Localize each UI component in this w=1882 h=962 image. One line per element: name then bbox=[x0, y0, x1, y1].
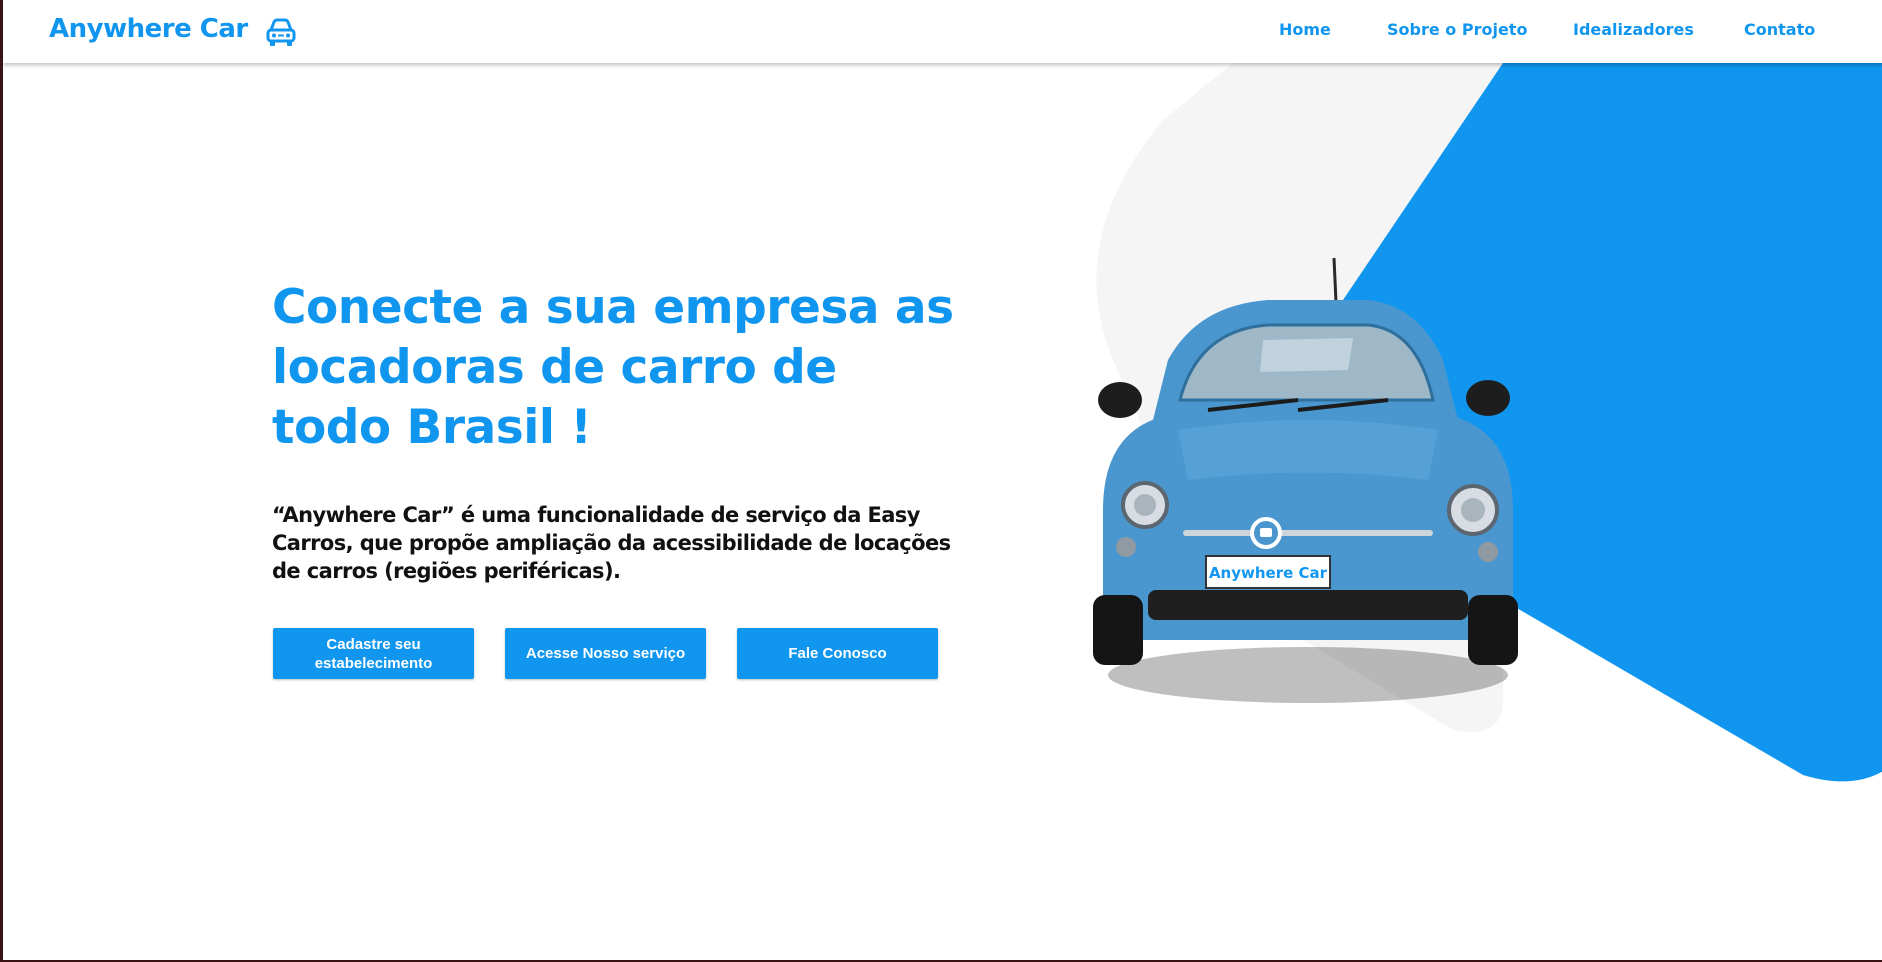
access-service-button[interactable]: Acesse Nosso serviço bbox=[505, 628, 706, 679]
car-plate-text: Anywhere Car bbox=[1209, 564, 1328, 582]
nav-home[interactable]: Home bbox=[1279, 20, 1331, 39]
blue-car-image: Anywhere Car bbox=[1093, 257, 1518, 703]
contact-us-button[interactable]: Fale Conosco bbox=[737, 628, 938, 679]
car-icon bbox=[266, 18, 296, 46]
top-navbar: Anywhere Car Home Sobre o Projeto Ideali… bbox=[3, 0, 1882, 63]
nav-sobre-o-projeto[interactable]: Sobre o Projeto bbox=[1387, 20, 1527, 39]
nav-idealizadores[interactable]: Idealizadores bbox=[1573, 20, 1694, 39]
hero-background-shapes bbox=[1096, 63, 1882, 782]
hero-headline: Conecte a sua empresa as locadoras de ca… bbox=[272, 280, 954, 455]
brand-logo-text[interactable]: Anywhere Car bbox=[49, 14, 248, 44]
nav-contato[interactable]: Contato bbox=[1744, 20, 1815, 39]
hero-description: “Anywhere Car” é uma funcionalidade de s… bbox=[272, 503, 951, 583]
register-establishment-button[interactable]: Cadastre seu estabelecimento bbox=[273, 628, 474, 679]
page: Anywhere Car Home Sobre o Projeto Ideali… bbox=[0, 0, 1882, 962]
